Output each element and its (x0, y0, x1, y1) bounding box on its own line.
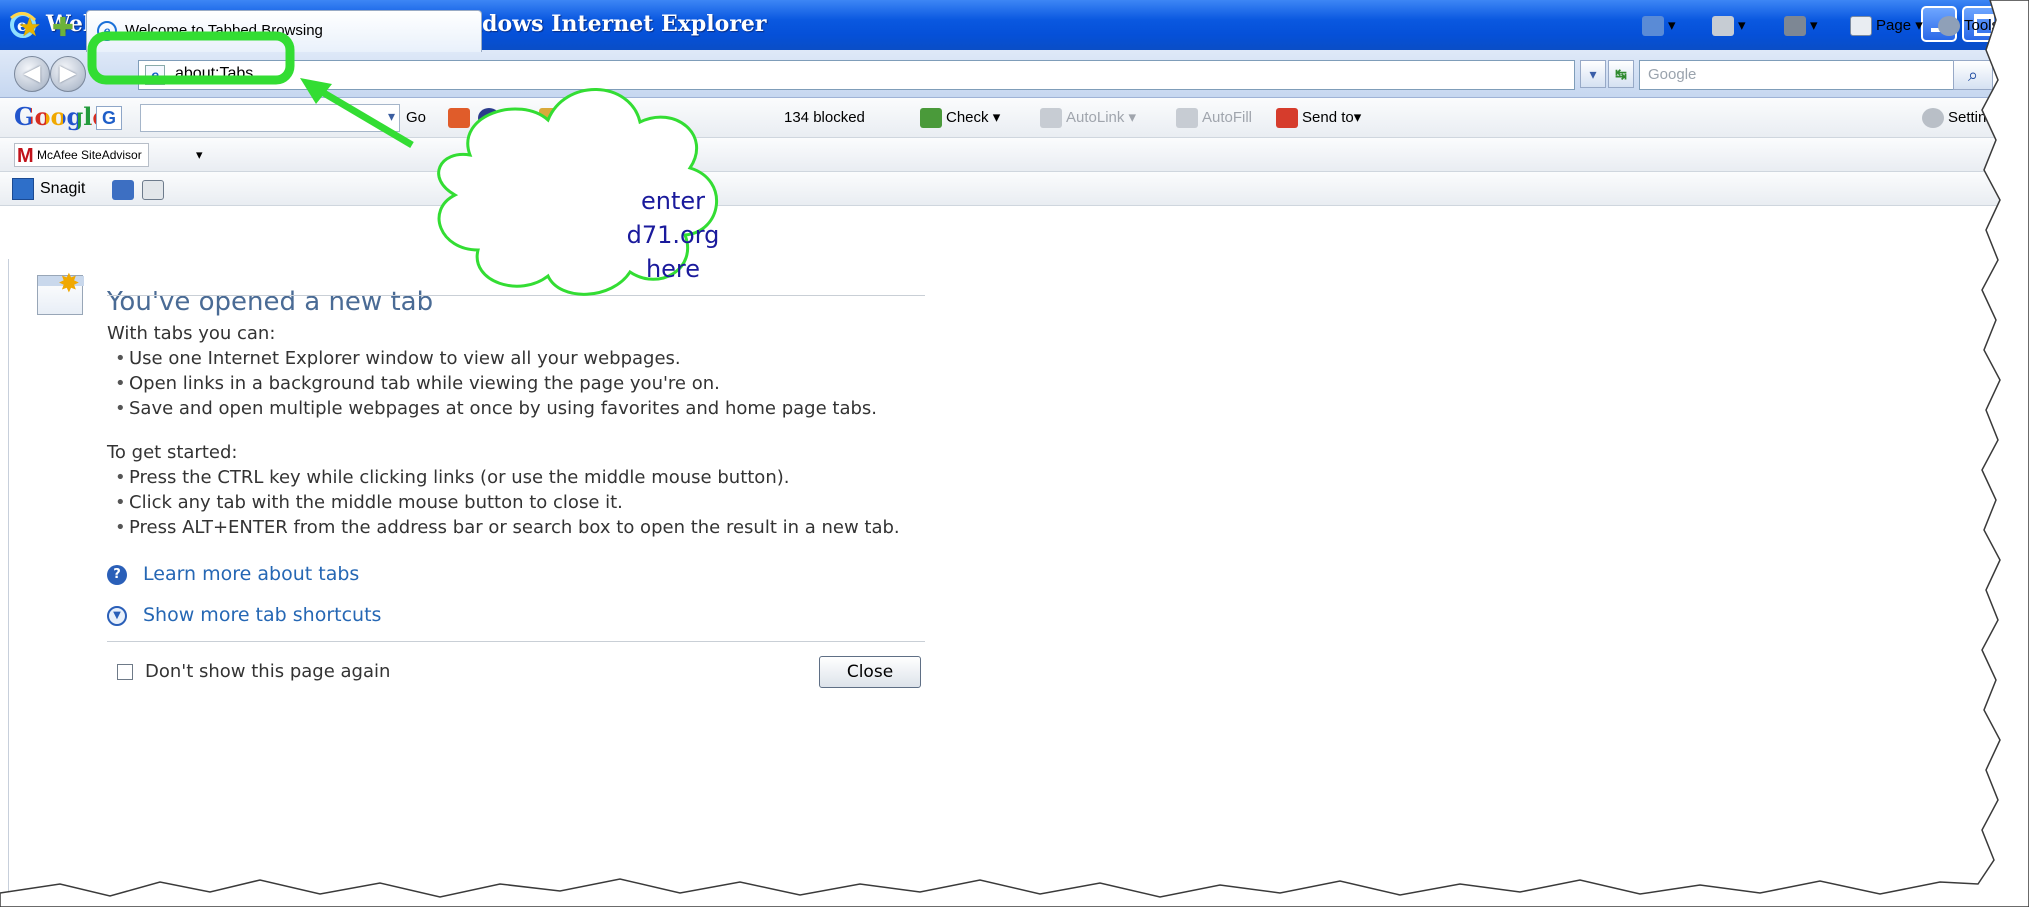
home-icon (1642, 16, 1664, 37)
divider-top (107, 295, 925, 296)
spellcheck-button[interactable]: Check ▾ (920, 98, 1000, 138)
snagit-label: Snagit (40, 180, 86, 197)
dont-show-checkbox[interactable] (117, 664, 133, 680)
show-shortcuts-label: Show more tab shortcuts (143, 604, 382, 626)
address-dropdown-button[interactable]: ▾ (1580, 60, 1606, 88)
back-arrow-icon: ◀ (23, 60, 41, 85)
gadgets-icon[interactable] (538, 108, 561, 129)
list-item: Save and open multiple webpages at once … (115, 398, 877, 419)
snagit-button[interactable]: Snagit (12, 176, 85, 202)
help-icon: ? (107, 564, 127, 585)
google-search-input[interactable] (140, 104, 400, 132)
add-favorites-icon[interactable]: ✚ (52, 12, 74, 43)
forward-button[interactable]: ▶ (50, 56, 86, 92)
search-placeholder: Google (1648, 66, 1697, 83)
autofill-icon (1176, 108, 1198, 129)
popup-blocked-count[interactable]: 134 blocked (784, 98, 865, 138)
annotation-line: here (645, 255, 701, 283)
settings-icon (1922, 108, 1944, 129)
annotation-line: d71.org (626, 221, 720, 249)
send-to-button[interactable]: Send to▾ (1276, 98, 1361, 138)
started-text: To get started: (107, 442, 238, 463)
tab-welcome[interactable]: e Welcome to Tabbed Browsing (86, 10, 482, 52)
google-menu-icon[interactable]: G (96, 106, 122, 130)
refresh-button[interactable]: ↹ (1608, 60, 1634, 88)
learn-more-link[interactable]: ? Learn more about tabs (107, 563, 359, 585)
expand-chevron-icon: ▼ (107, 605, 127, 626)
list-item: Use one Internet Explorer window to view… (115, 348, 681, 369)
home-button[interactable]: ▾ (1642, 6, 1676, 46)
mcafee-label: McAfee SiteAdvisor (37, 148, 142, 162)
mcafee-toolbar: M McAfee SiteAdvisor ▾ (0, 138, 2000, 172)
snagit-tools (112, 170, 168, 210)
new-tab-spark-icon: ✸ (58, 268, 80, 298)
page-icon (1850, 16, 1872, 37)
print-button[interactable]: ▾ (1784, 6, 1818, 46)
list-item: Open links in a background tab while vie… (115, 373, 720, 394)
address-url: about:Tabs (175, 65, 254, 82)
page-menu-label: Page (1876, 17, 1912, 34)
annotation-text: enter d71.org here (598, 184, 748, 286)
new-tab-icon: ✸ (37, 268, 84, 315)
show-shortcuts-link[interactable]: ▼ Show more tab shortcuts (107, 604, 381, 626)
autolink-label: AutoLink (1066, 109, 1125, 126)
address-bar[interactable]: e about:Tabs (138, 60, 1575, 90)
list-item: Press the CTRL key while clicking links … (115, 467, 789, 488)
list-item: Press ALT+ENTER from the address bar or … (115, 517, 900, 538)
learn-more-label: Learn more about tabs (143, 563, 360, 585)
favorites-star-icon[interactable]: ★ (18, 12, 41, 43)
intro-text: With tabs you can: (107, 323, 276, 344)
autofill-button[interactable]: AutoFill (1176, 98, 1252, 138)
address-toolbar: ◀ ▶ e about:Tabs ▾ ↹ Google ⌕ (0, 50, 2000, 98)
back-button[interactable]: ◀ (14, 56, 50, 92)
page-icon: e (145, 65, 165, 85)
page-menu-button[interactable]: Page ▾ (1850, 6, 1923, 46)
forward-arrow-icon: ▶ (59, 60, 77, 85)
settings-label: Settings (1948, 109, 2000, 126)
search-icon: ⌕ (1967, 65, 1979, 85)
search-button[interactable]: ⌕ (1953, 60, 1993, 90)
autofill-label: AutoFill (1202, 109, 1253, 126)
spellcheck-label: Check (946, 109, 989, 126)
autolink-button[interactable]: AutoLink ▾ (1040, 98, 1136, 138)
google-logo: Google (14, 102, 108, 131)
search-input[interactable]: Google (1639, 60, 1999, 90)
print-icon (1784, 16, 1806, 37)
settings-button[interactable]: Settings (1922, 98, 2000, 138)
tools-menu-label: Tools (1964, 17, 2000, 34)
spellcheck-icon (920, 108, 942, 129)
autolink-icon (1040, 108, 1062, 129)
send-to-icon (1276, 108, 1298, 129)
tools-menu-button[interactable]: Tools ▾ (1938, 6, 2000, 46)
snagit-toolbar: Snagit (0, 172, 2000, 206)
mcafee-dropdown-icon[interactable]: ▾ (196, 135, 203, 175)
feeds-button[interactable]: ▾ (1712, 6, 1746, 46)
feeds-icon (1712, 16, 1734, 37)
page-content: ✸ You've opened a new tab With tabs you … (8, 259, 2000, 895)
bookmarks-icon[interactable] (448, 108, 470, 129)
send-to-label: Send to (1302, 109, 1354, 126)
google-go-button[interactable]: Go (406, 98, 426, 138)
browser-window: e Welcome to Tabbed Browsing - Windows I… (0, 0, 2000, 895)
dont-show-option[interactable]: Don't show this page again (117, 661, 390, 682)
tab-title: Welcome to Tabbed Browsing (125, 22, 323, 39)
toolbar-icons-group: M (448, 98, 565, 138)
snagit-editor-icon[interactable] (142, 180, 165, 201)
pagerank-icon[interactable] (478, 108, 501, 129)
mcafee-siteadvisor-button[interactable]: M McAfee SiteAdvisor (14, 143, 149, 167)
gmail-icon[interactable]: M (508, 108, 531, 129)
page-title: You've opened a new tab (107, 287, 434, 317)
google-toolbar: Google G Go M 134 blocked Check ▾ AutoLi… (0, 98, 2000, 138)
dont-show-label: Don't show this page again (145, 661, 391, 682)
annotation-line: enter (640, 187, 706, 215)
snagit-capture-icon[interactable] (112, 180, 134, 201)
list-item: Click any tab with the middle mouse butt… (115, 492, 623, 513)
close-button[interactable]: Close (819, 656, 921, 688)
snagit-icon (12, 177, 34, 200)
divider-bottom (107, 641, 925, 642)
ie-page-icon: e (97, 21, 117, 41)
tools-gear-icon (1938, 16, 1960, 37)
google-logo-text: Google (14, 102, 108, 131)
mcafee-logo-icon: M (17, 144, 34, 167)
